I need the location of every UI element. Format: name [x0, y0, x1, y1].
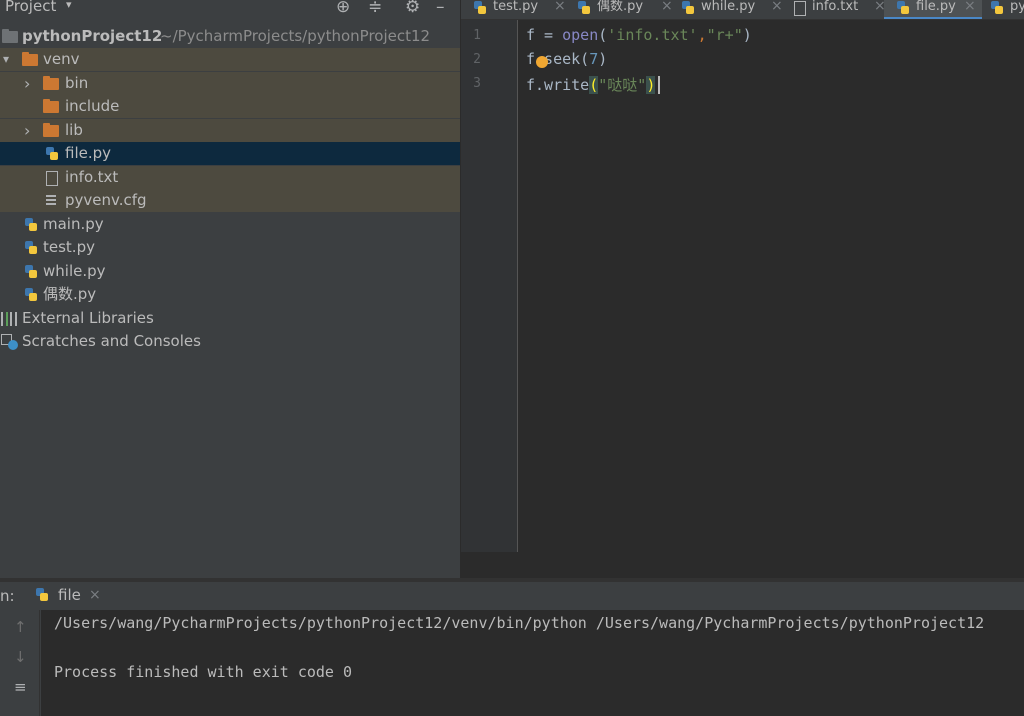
- tree-item-bin[interactable]: › bin: [0, 72, 460, 95]
- collapse-icon[interactable]: ≑: [368, 0, 382, 17]
- line-number: 3: [473, 76, 481, 91]
- console-output[interactable]: /Users/wang/PycharmProjects/pythonProjec…: [41, 610, 1024, 716]
- line-number: 1: [473, 28, 481, 43]
- chevron-right-icon[interactable]: ›: [24, 119, 36, 142]
- python-file-icon: [681, 1, 695, 15]
- line-number-gutter: 1 2 3: [461, 20, 518, 552]
- close-icon[interactable]: ×: [964, 0, 976, 15]
- text-file-icon: [44, 171, 60, 186]
- code-line[interactable]: f.write("哒哒"): [526, 74, 656, 95]
- tab-label: info.txt: [812, 0, 859, 14]
- tab-while-py[interactable]: while.py ×: [681, 0, 786, 19]
- tab-test-py[interactable]: test.py ×: [473, 0, 573, 19]
- code-editor[interactable]: 1 2 3 f = open('info.txt',"r+") f.seek(7…: [461, 20, 1024, 578]
- tree-item-include[interactable]: include: [0, 95, 460, 118]
- tab-label: test.py: [493, 0, 539, 14]
- tree-item-path: ~/PycharmProjects/pythonProject12: [160, 27, 431, 45]
- tree-item-scratches[interactable]: Scratches and Consoles: [0, 330, 460, 353]
- chevron-down-icon[interactable]: ▾: [3, 48, 15, 71]
- tree-item-label: pythonProject12: [22, 27, 163, 45]
- tree-item-label: 偶数.py: [43, 285, 97, 303]
- tree-item-even-py[interactable]: 偶数.py: [0, 283, 460, 306]
- library-icon: [1, 312, 17, 326]
- text-file-icon: [792, 1, 806, 16]
- arrow-up-icon[interactable]: ↑: [14, 618, 27, 636]
- folder-icon: [43, 76, 59, 90]
- tree-item-label: bin: [65, 74, 89, 92]
- tree-item-label: lib: [65, 121, 83, 139]
- code-line[interactable]: f = open('info.txt',"r+"): [526, 26, 752, 44]
- crosshair-icon[interactable]: ⊕: [336, 0, 350, 17]
- tab-even-py[interactable]: 偶数.py ×: [577, 0, 677, 19]
- python-file-icon: [45, 147, 61, 161]
- tree-item-test-py[interactable]: test.py: [0, 236, 460, 259]
- console-line: Process finished with exit code 0: [54, 663, 353, 681]
- python-file-icon: [896, 1, 910, 15]
- tab-label: py: [1010, 0, 1024, 14]
- tree-item-label: info.txt: [65, 168, 119, 186]
- tree-item-label: include: [65, 97, 120, 115]
- tree-item-pyvenv-cfg[interactable]: pyvenv.cfg: [0, 189, 460, 212]
- python-file-icon: [24, 265, 40, 279]
- tab-label: file.py: [916, 0, 956, 14]
- run-panel-label: n:: [0, 587, 15, 605]
- gear-icon[interactable]: ⚙: [405, 0, 420, 17]
- run-panel: n: file × ↑ ↓ ≡ /Users/wang/PycharmProje…: [0, 582, 1024, 716]
- tree-item-label: test.py: [43, 238, 95, 256]
- folder-icon: [43, 99, 59, 113]
- project-panel-header: Project ▾ ⊕ ≑ ⚙ –: [0, 0, 460, 17]
- python-file-icon: [473, 1, 487, 15]
- config-file-icon: [44, 194, 60, 208]
- python-file-icon: [35, 588, 51, 604]
- tree-item-while-py[interactable]: while.py: [0, 260, 460, 283]
- python-file-icon: [990, 1, 1004, 15]
- tree-item-label: pyvenv.cfg: [65, 191, 147, 209]
- tree-item-venv[interactable]: ▾ venv: [0, 48, 460, 71]
- tree-item-label: file.py: [65, 144, 112, 162]
- tab-info-txt[interactable]: info.txt ×: [792, 0, 890, 19]
- folder-icon: [43, 123, 59, 137]
- close-icon[interactable]: ×: [554, 0, 566, 15]
- tree-item-external-libraries[interactable]: External Libraries: [0, 307, 460, 330]
- tree-item-info-txt[interactable]: info.txt: [0, 166, 460, 189]
- tree-item-label: while.py: [43, 262, 106, 280]
- run-panel-header: n: file ×: [0, 582, 1024, 610]
- chevron-right-icon[interactable]: ›: [24, 72, 36, 95]
- python-file-icon: [24, 288, 40, 302]
- scratches-icon: [1, 334, 19, 350]
- close-icon[interactable]: ×: [661, 0, 673, 15]
- line-number: 2: [473, 52, 481, 67]
- python-file-icon: [24, 241, 40, 255]
- soft-wrap-icon[interactable]: ≡: [14, 678, 27, 696]
- tree-item-project-root[interactable]: pythonProject12 ~/PycharmProjects/python…: [0, 25, 460, 48]
- tree-item-label: Scratches and Consoles: [22, 332, 201, 350]
- lightbulb-icon[interactable]: [536, 56, 548, 68]
- arrow-down-icon[interactable]: ↓: [14, 648, 27, 666]
- tree-item-lib[interactable]: › lib: [0, 119, 460, 142]
- close-icon[interactable]: ×: [771, 0, 783, 15]
- tab-label: while.py: [701, 0, 756, 14]
- folder-icon: [2, 29, 18, 43]
- tree-item-file-py[interactable]: file.py: [0, 142, 460, 165]
- close-icon[interactable]: ×: [89, 587, 101, 603]
- run-toolbar: ↑ ↓ ≡: [0, 610, 40, 716]
- project-panel: Project ▾ ⊕ ≑ ⚙ – pythonProject12 ~/Pych…: [0, 0, 460, 578]
- minimize-icon[interactable]: –: [436, 0, 445, 17]
- python-file-icon: [577, 1, 591, 15]
- console-line: /Users/wang/PycharmProjects/pythonProjec…: [54, 614, 985, 632]
- run-tab-file[interactable]: file: [58, 586, 81, 604]
- text-caret: [658, 76, 660, 94]
- tree-item-label: main.py: [43, 215, 104, 233]
- tab-label: 偶数.py: [597, 0, 644, 14]
- project-panel-title[interactable]: Project: [5, 0, 56, 15]
- tree-item-label: External Libraries: [22, 309, 154, 327]
- tree-item-main-py[interactable]: main.py: [0, 213, 460, 236]
- tab-overflow-py[interactable]: py: [990, 0, 1024, 19]
- python-file-icon: [24, 218, 40, 232]
- tree-item-label: venv: [43, 50, 80, 68]
- tab-file-py[interactable]: file.py ×: [884, 0, 982, 19]
- chevron-down-icon[interactable]: ▾: [66, 0, 72, 11]
- folder-icon: [22, 52, 38, 66]
- editor-tab-bar: test.py × 偶数.py × while.py × info.txt × …: [461, 0, 1024, 20]
